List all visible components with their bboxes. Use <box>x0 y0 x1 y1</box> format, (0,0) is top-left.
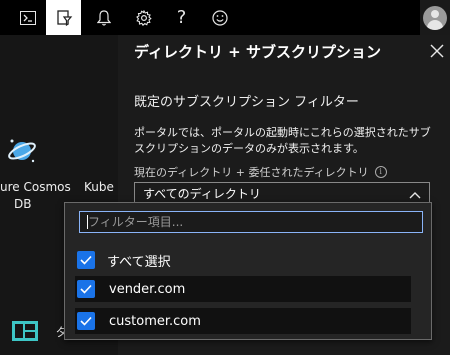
directory-subscription-filter-button[interactable] <box>46 0 81 35</box>
terminal-icon <box>19 10 36 25</box>
feedback-button[interactable] <box>202 0 237 35</box>
close-button[interactable] <box>426 41 448 63</box>
list-item-label: customer.com <box>109 313 201 329</box>
avatar <box>423 5 447 30</box>
bell-icon <box>96 9 111 26</box>
account-button[interactable] <box>420 0 450 35</box>
tile-label-cosmos-2[interactable]: DB <box>14 197 31 211</box>
help-button[interactable]: ? <box>164 0 199 35</box>
smiley-icon <box>211 9 228 26</box>
cosmos-db-icon[interactable] <box>6 135 38 167</box>
list-item[interactable]: vender.com <box>75 276 411 302</box>
text-cursor <box>87 215 88 229</box>
notifications-button[interactable] <box>86 0 121 35</box>
directory-dropdown-popup: すべて選択 vender.com customer.com <box>64 202 432 340</box>
directory-field-label: 現在のディレクトリ + 委任されたディレクトリ i <box>134 164 387 180</box>
select-all-option[interactable]: すべて選択 <box>75 247 415 273</box>
panel-title: ディレクトリ + サブスクリプション <box>134 43 381 61</box>
checkbox-checked-icon[interactable] <box>77 251 95 269</box>
checkbox-checked-icon[interactable] <box>77 280 95 298</box>
filter-input[interactable] <box>79 211 423 233</box>
cloud-shell-button[interactable] <box>10 0 45 35</box>
directory-field-label-text: 現在のディレクトリ + 委任されたディレクトリ <box>134 166 369 179</box>
tile-label-kube[interactable]: Kube <box>84 180 114 194</box>
top-bar: ? <box>0 0 450 35</box>
tile-label-cosmos[interactable]: ure Cosmos <box>0 180 71 194</box>
directory-filter-icon <box>55 9 73 27</box>
dropdown-value: すべてのディレクトリ <box>143 186 261 201</box>
chevron-up-icon <box>409 188 421 202</box>
list-item[interactable]: customer.com <box>75 308 411 334</box>
list-item-label: vender.com <box>109 281 186 297</box>
close-icon <box>430 43 444 62</box>
dashboard-icon[interactable] <box>12 321 38 341</box>
info-icon[interactable]: i <box>374 166 387 178</box>
settings-button[interactable] <box>126 0 161 35</box>
section-title: 既定のサブスクリプション フィルター <box>134 95 359 110</box>
select-all-label: すべて選択 <box>107 254 171 270</box>
gear-icon <box>135 9 152 26</box>
checkbox-checked-icon[interactable] <box>77 312 95 330</box>
description-text: ポータルでは、ポータルの起動時にこれらの選択されたサブスクリプションのデータのみ… <box>134 126 431 155</box>
directory-dropdown[interactable]: すべてのディレクトリ <box>134 182 430 204</box>
help-icon: ? <box>176 7 187 28</box>
